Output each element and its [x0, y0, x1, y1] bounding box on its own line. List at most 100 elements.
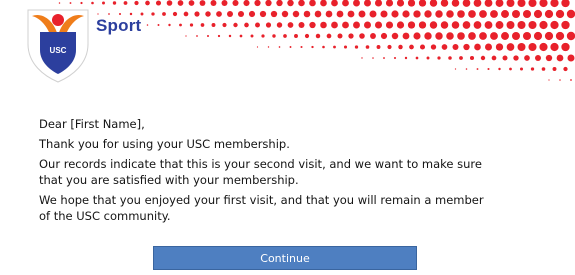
logo-text: USC [49, 46, 67, 55]
pattern-dot [385, 0, 394, 7]
pattern-dot [407, 21, 416, 29]
pattern-dot [325, 10, 333, 18]
pattern-dot [528, 42, 537, 52]
pattern-dot [468, 32, 476, 40]
pattern-dot [179, 23, 182, 27]
pattern-dot [216, 11, 222, 17]
pattern-dot [490, 32, 498, 40]
pattern-dot [512, 10, 520, 18]
pattern-dot [506, 21, 515, 29]
pattern-dot [244, 22, 249, 28]
pattern-dot [418, 0, 427, 7]
pattern-dot [188, 0, 195, 6]
pattern-dot [474, 43, 481, 51]
pattern-dot [533, 31, 543, 41]
pattern-dot [498, 67, 501, 71]
records-line-1: Our records indicate that this is your s… [39, 157, 482, 171]
pattern-dot [172, 11, 178, 17]
pattern-dot [415, 56, 419, 60]
pattern-dot [491, 55, 497, 61]
pattern-dot [69, 2, 72, 4]
email-page: USC Sport Dear [First Name], Thank you f… [0, 0, 575, 275]
pattern-dot [490, 10, 498, 18]
thanks-text: Thank you for using your USC membership. [39, 137, 290, 151]
pattern-dot [303, 10, 311, 18]
pattern-dot [91, 1, 94, 5]
pattern-dot [256, 46, 259, 48]
pattern-dot [210, 0, 217, 6]
pattern-dot [270, 10, 278, 18]
pattern-dot [424, 32, 432, 40]
pattern-dot [413, 10, 421, 18]
pattern-dot [448, 56, 452, 60]
pattern-dot [369, 10, 377, 18]
pattern-dot [440, 0, 449, 7]
pattern-dot [429, 0, 438, 7]
pattern-dot [294, 34, 298, 38]
pattern-dot [97, 13, 99, 15]
pattern-dot [298, 22, 305, 28]
pattern-dot [463, 43, 470, 51]
pattern-dot [419, 44, 426, 50]
pattern-dot [429, 21, 438, 29]
pattern-dot [446, 32, 454, 40]
pattern-dot [259, 10, 267, 18]
pattern-dot [541, 67, 546, 71]
brand-title: Sport [96, 16, 142, 35]
pattern-dot [512, 32, 520, 40]
pattern-dot [528, 0, 537, 8]
pattern-dot [343, 45, 348, 49]
pattern-dot [166, 0, 173, 6]
pattern-dot [430, 44, 437, 50]
pattern-dot [465, 68, 468, 70]
pattern-dot [468, 10, 476, 18]
hope-line-1: We hope that you enjoyed your first visi… [39, 193, 484, 207]
pattern-dot [391, 32, 399, 40]
pattern-dot [462, 21, 471, 29]
pattern-dot [495, 21, 504, 29]
pattern-dot [555, 9, 565, 19]
pattern-dot [278, 46, 281, 48]
pattern-dot [387, 44, 392, 50]
pattern-dot [407, 0, 416, 7]
pattern-dot [485, 43, 492, 51]
pattern-dot [539, 20, 548, 30]
pattern-dot [248, 10, 256, 18]
pattern-dot [517, 0, 526, 8]
pattern-dot [331, 21, 338, 29]
usc-logo: USC [24, 6, 92, 84]
pattern-dot [476, 68, 479, 70]
pattern-dot [451, 0, 460, 7]
pattern-dot [418, 21, 427, 29]
pattern-dot [426, 56, 430, 60]
pattern-dot [396, 21, 405, 29]
pattern-dot [200, 23, 205, 27]
continue-button[interactable]: Continue [153, 246, 417, 270]
pattern-dot [255, 22, 260, 28]
pattern-dot [287, 22, 294, 28]
pattern-dot [336, 10, 344, 18]
pattern-dot [261, 34, 265, 38]
pattern-dot [281, 10, 289, 18]
hope-paragraph: We hope that you enjoyed your first visi… [39, 192, 549, 224]
pattern-dot [315, 33, 321, 39]
pattern-dot [309, 21, 316, 29]
pattern-dot [519, 67, 524, 71]
pattern-dot [383, 57, 385, 59]
pattern-dot [440, 21, 449, 29]
pattern-dot [437, 56, 441, 60]
pattern-dot [524, 55, 530, 61]
pattern-dot [254, 0, 261, 7]
pattern-dot [168, 23, 171, 27]
pattern-dot [304, 33, 310, 39]
pattern-dot [462, 0, 471, 7]
pattern-dot [374, 21, 383, 29]
pattern-dot [320, 0, 327, 7]
pattern-dot [380, 32, 388, 40]
pattern-dot [58, 2, 61, 4]
pattern-dot [228, 34, 232, 38]
pattern-dot [108, 13, 110, 15]
pattern-dot [544, 31, 554, 41]
pattern-dot [364, 0, 371, 7]
pattern-dot [326, 33, 332, 39]
